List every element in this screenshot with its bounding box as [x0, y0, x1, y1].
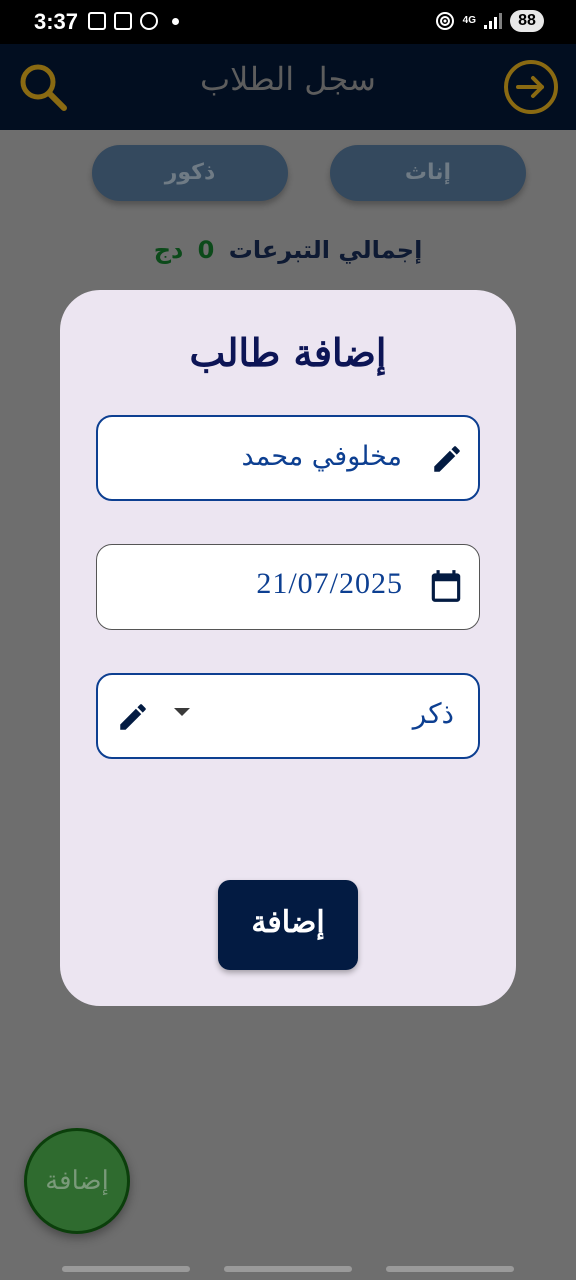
calendar-icon[interactable] — [427, 567, 465, 605]
student-name-field[interactable]: مخلوفي محمد — [96, 415, 480, 501]
status-right: 4G 88 — [435, 10, 544, 32]
student-name-value: مخلوفي محمد — [241, 441, 402, 472]
app-bar: سجل الطلاب — [0, 44, 576, 130]
clipboard-icon — [114, 12, 132, 30]
total-label: إجمالي التبرعات — [228, 236, 423, 264]
network-type: 4G — [462, 15, 476, 26]
edit-icon — [434, 446, 460, 472]
page-title: سجل الطلاب — [200, 60, 376, 98]
filter-female-button[interactable]: إناث — [330, 145, 526, 201]
nav-recents[interactable] — [62, 1266, 190, 1272]
screenshot-icon — [88, 12, 106, 30]
add-student-fab[interactable]: إضافة — [24, 1128, 130, 1234]
exit-icon — [504, 60, 558, 114]
signal-icon — [484, 13, 502, 29]
exit-button[interactable] — [502, 58, 560, 116]
nav-home[interactable] — [224, 1266, 352, 1272]
dialog-title: إضافة طالب — [189, 330, 387, 375]
date-value: 21/07/2025 — [256, 567, 403, 600]
gender-dropdown[interactable]: ذكر — [96, 673, 480, 759]
notification-icons — [88, 12, 179, 30]
filter-male-button[interactable]: ذكور — [92, 145, 288, 201]
total-value: 0 — [197, 236, 215, 264]
status-time: 3:37 — [34, 9, 79, 34]
total-donations: إجمالي التبرعات 0 دج — [0, 236, 576, 264]
chevron-down-icon — [174, 708, 190, 716]
nav-back[interactable] — [386, 1266, 514, 1272]
add-button[interactable]: إضافة — [218, 880, 358, 970]
edit-icon — [120, 704, 146, 730]
status-bar: 3:37 4G 88 — [0, 0, 576, 44]
hotspot-icon — [435, 12, 454, 30]
more-notifications-icon — [172, 17, 179, 25]
gender-value: ذكر — [412, 697, 454, 730]
date-field[interactable]: 21/07/2025 — [96, 544, 480, 630]
add-student-dialog: إضافة طالب مخلوفي محمد 21/07/2025 ذكر إض… — [60, 290, 516, 1006]
total-currency: دج — [153, 236, 184, 264]
battery-icon: 88 — [510, 10, 544, 32]
chat-icon — [140, 12, 158, 30]
